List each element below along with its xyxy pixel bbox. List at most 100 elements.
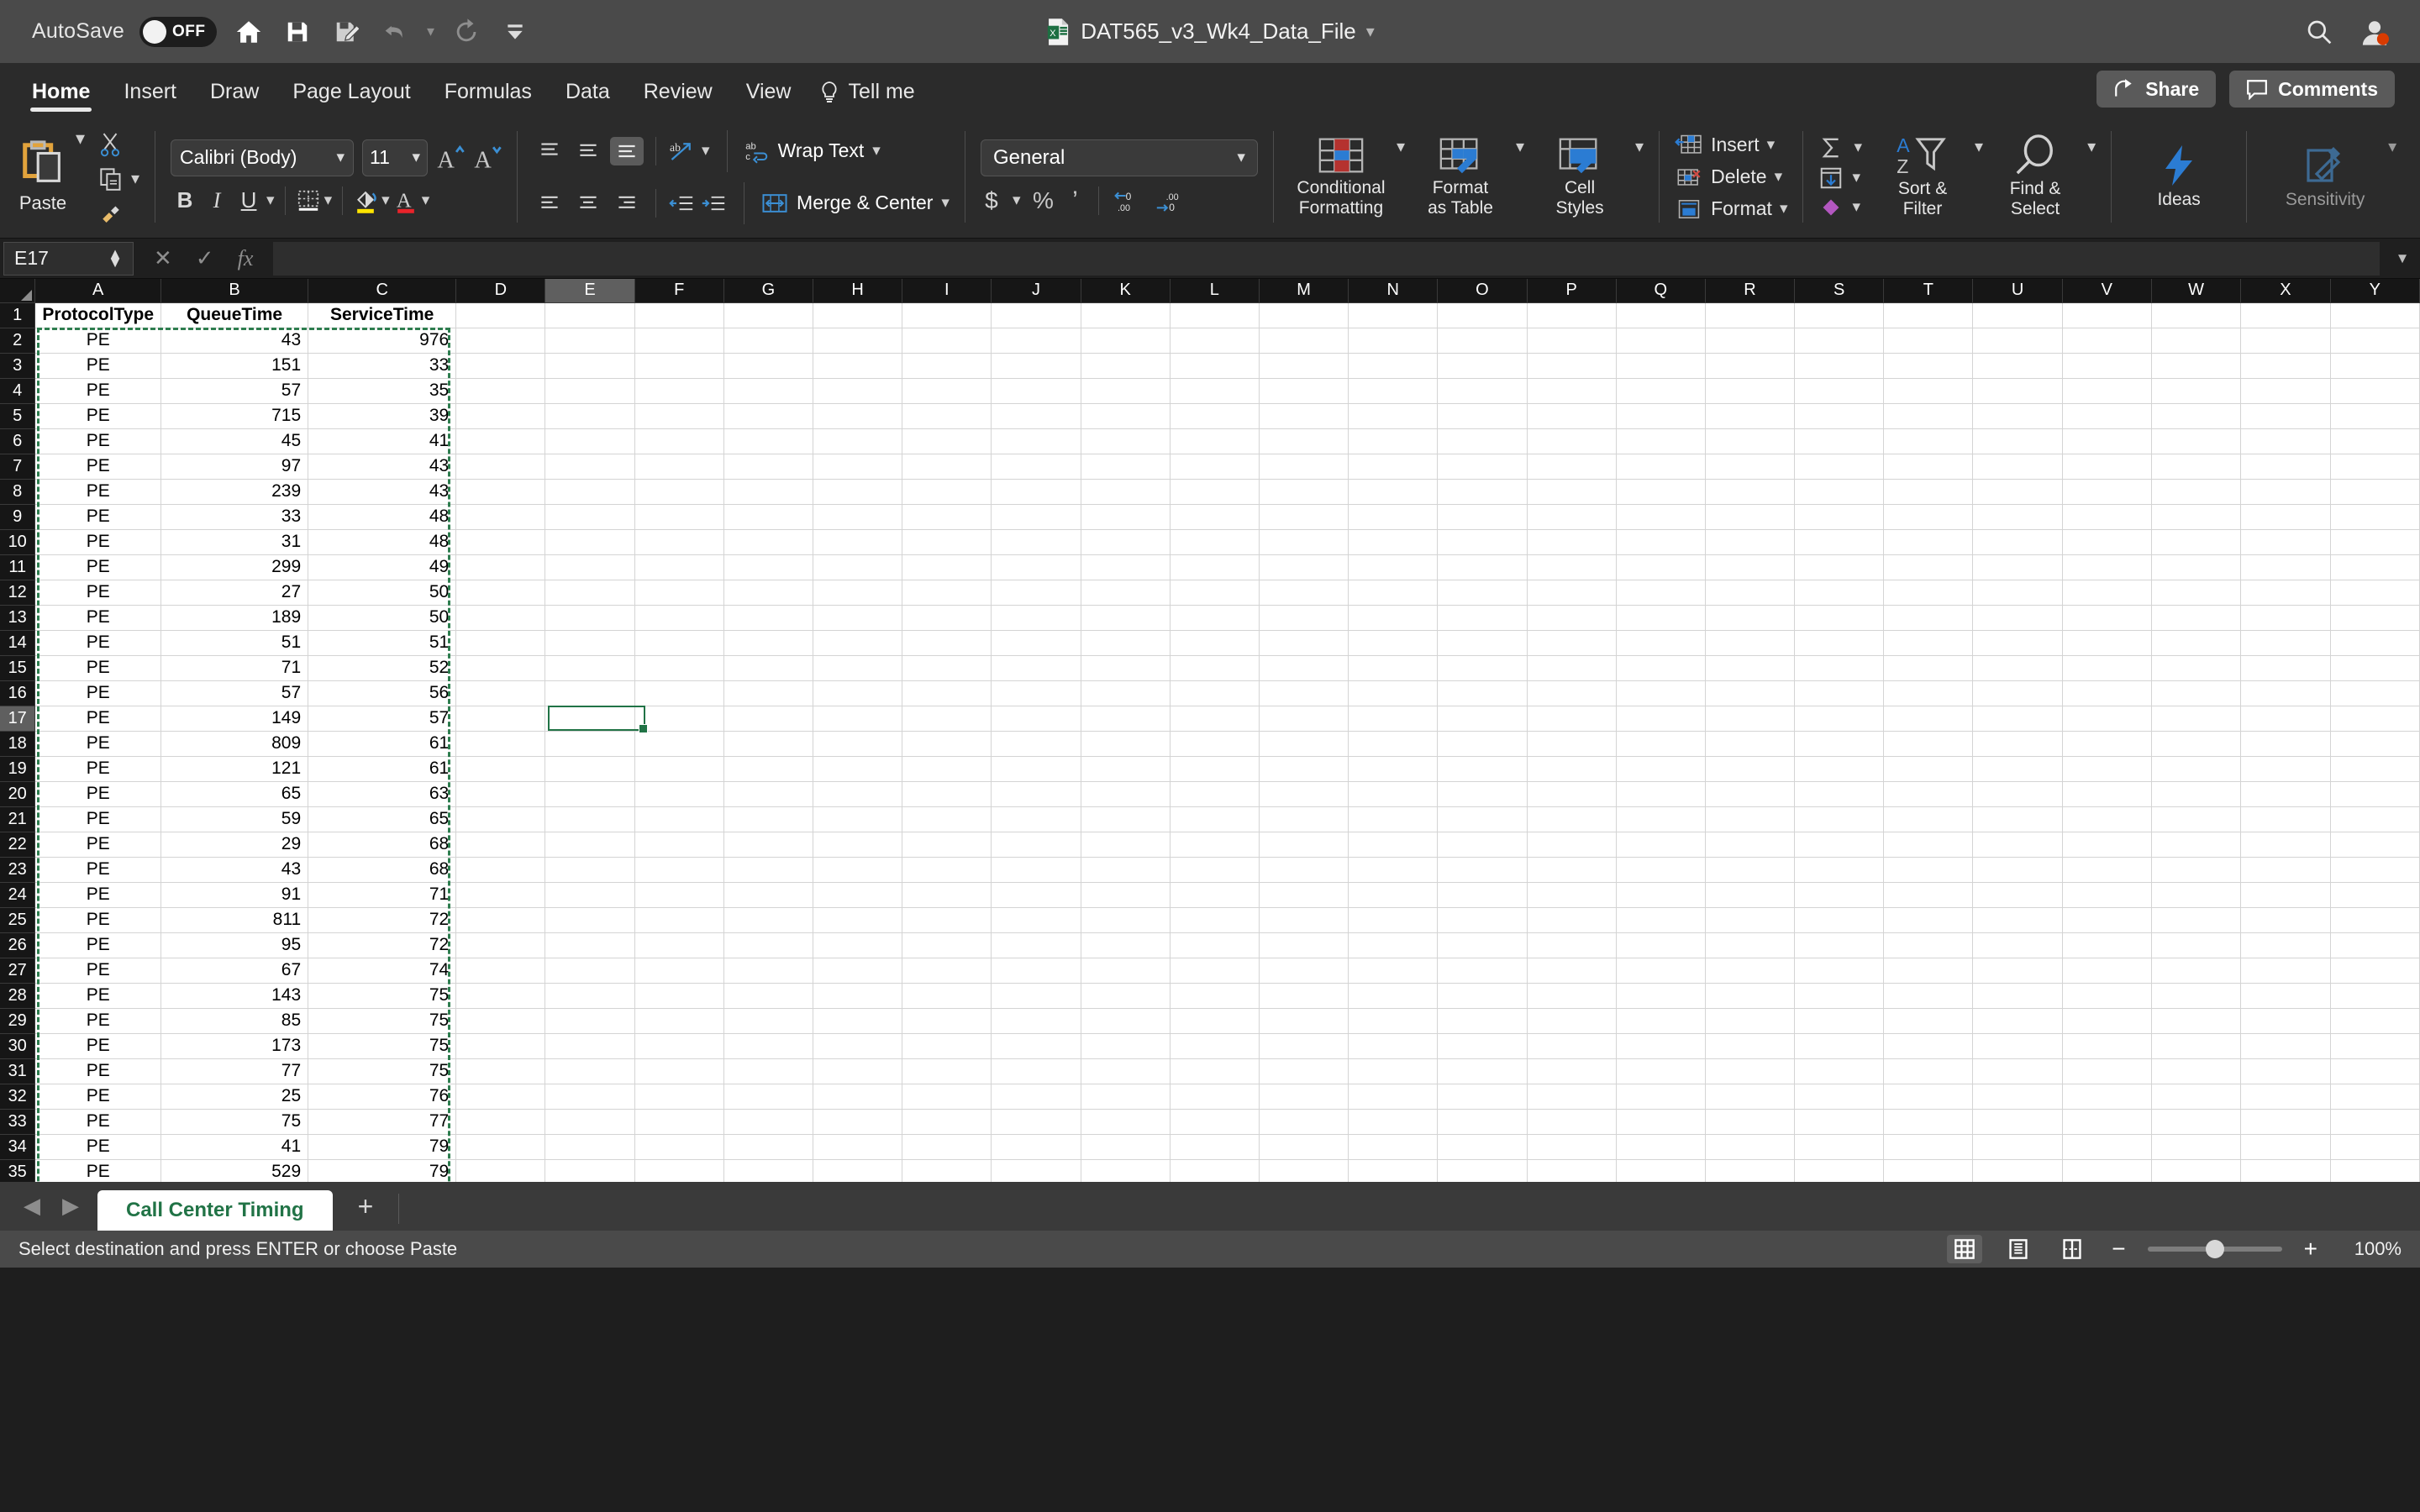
cell-A6[interactable]: PE <box>34 428 162 454</box>
cell-R29[interactable] <box>1705 1008 1796 1034</box>
cell-P22[interactable] <box>1527 832 1617 858</box>
cell-O27[interactable] <box>1437 958 1528 984</box>
cell-O1[interactable] <box>1437 302 1528 328</box>
row-header-19[interactable]: 19 <box>0 756 36 782</box>
cell-O22[interactable] <box>1437 832 1528 858</box>
cell-L16[interactable] <box>1170 680 1260 706</box>
cell-L31[interactable] <box>1170 1058 1260 1084</box>
column-header-R[interactable]: R <box>1705 279 1796 303</box>
cell-A24[interactable]: PE <box>34 882 162 908</box>
column-header-A[interactable]: A <box>34 279 162 303</box>
decrease-font-size-button[interactable]: A <box>473 144 502 172</box>
cell-K13[interactable] <box>1081 605 1171 631</box>
cell-W31[interactable] <box>2151 1058 2242 1084</box>
cell-E31[interactable] <box>544 1058 635 1084</box>
cell-R30[interactable] <box>1705 1033 1796 1059</box>
cell-G33[interactable] <box>723 1109 813 1135</box>
cell-R13[interactable] <box>1705 605 1796 631</box>
cell-G32[interactable] <box>723 1084 813 1110</box>
cell-W32[interactable] <box>2151 1084 2242 1110</box>
cell-S2[interactable] <box>1794 328 1885 354</box>
cell-H15[interactable] <box>813 655 903 681</box>
cell-Q25[interactable] <box>1616 907 1706 933</box>
cell-T24[interactable] <box>1883 882 1974 908</box>
cell-P1[interactable] <box>1527 302 1617 328</box>
cell-E3[interactable] <box>544 353 635 379</box>
cell-E6[interactable] <box>544 428 635 454</box>
cell-O21[interactable] <box>1437 806 1528 832</box>
currency-format-button[interactable]: $ <box>981 187 1002 214</box>
cell-H29[interactable] <box>813 1008 903 1034</box>
cell-G13[interactable] <box>723 605 813 631</box>
cell-S29[interactable] <box>1794 1008 1885 1034</box>
cell-X32[interactable] <box>2240 1084 2331 1110</box>
cell-D33[interactable] <box>455 1109 546 1135</box>
name-box[interactable]: E17 ▲ ▼ <box>3 241 134 276</box>
cell-J35[interactable] <box>991 1159 1081 1182</box>
cell-M6[interactable] <box>1259 428 1349 454</box>
cell-L7[interactable] <box>1170 454 1260 480</box>
cell-S35[interactable] <box>1794 1159 1885 1182</box>
cell-B5[interactable]: 715 <box>160 403 309 429</box>
cell-Y31[interactable] <box>2330 1058 2420 1084</box>
row-header-35[interactable]: 35 <box>0 1159 36 1182</box>
cell-J13[interactable] <box>991 605 1081 631</box>
row-header-12[interactable]: 12 <box>0 580 36 606</box>
cell-L25[interactable] <box>1170 907 1260 933</box>
zoom-out-button[interactable]: − <box>2108 1236 2128 1263</box>
row-header-29[interactable]: 29 <box>0 1008 36 1034</box>
cell-J32[interactable] <box>991 1084 1081 1110</box>
cell-K5[interactable] <box>1081 403 1171 429</box>
cell-R5[interactable] <box>1705 403 1796 429</box>
cell-T4[interactable] <box>1883 378 1974 404</box>
cell-G28[interactable] <box>723 983 813 1009</box>
cell-S11[interactable] <box>1794 554 1885 580</box>
cell-G21[interactable] <box>723 806 813 832</box>
align-middle-button[interactable] <box>571 137 605 165</box>
cell-V35[interactable] <box>2062 1159 2152 1182</box>
cell-Y20[interactable] <box>2330 781 2420 807</box>
cell-P21[interactable] <box>1527 806 1617 832</box>
cell-L5[interactable] <box>1170 403 1260 429</box>
cell-W27[interactable] <box>2151 958 2242 984</box>
cell-H34[interactable] <box>813 1134 903 1160</box>
cell-P28[interactable] <box>1527 983 1617 1009</box>
cell-R16[interactable] <box>1705 680 1796 706</box>
cell-P7[interactable] <box>1527 454 1617 480</box>
cell-E15[interactable] <box>544 655 635 681</box>
cell-B27[interactable]: 67 <box>160 958 309 984</box>
cell-Y34[interactable] <box>2330 1134 2420 1160</box>
cell-F5[interactable] <box>634 403 724 429</box>
cell-A3[interactable]: PE <box>34 353 162 379</box>
cell-R6[interactable] <box>1705 428 1796 454</box>
column-header-N[interactable]: N <box>1348 279 1439 303</box>
row-header-28[interactable]: 28 <box>0 983 36 1009</box>
cell-W30[interactable] <box>2151 1033 2242 1059</box>
cell-N32[interactable] <box>1348 1084 1439 1110</box>
cell-B25[interactable]: 811 <box>160 907 309 933</box>
row-header-1[interactable]: 1 <box>0 302 36 328</box>
cell-H12[interactable] <box>813 580 903 606</box>
cell-J26[interactable] <box>991 932 1081 958</box>
cell-B13[interactable]: 189 <box>160 605 309 631</box>
cell-U13[interactable] <box>1972 605 2063 631</box>
cell-B4[interactable]: 57 <box>160 378 309 404</box>
cell-R11[interactable] <box>1705 554 1796 580</box>
cell-Y21[interactable] <box>2330 806 2420 832</box>
cell-T19[interactable] <box>1883 756 1974 782</box>
cell-K24[interactable] <box>1081 882 1171 908</box>
cell-W28[interactable] <box>2151 983 2242 1009</box>
cell-L1[interactable] <box>1170 302 1260 328</box>
cell-Q9[interactable] <box>1616 504 1706 530</box>
cell-L11[interactable] <box>1170 554 1260 580</box>
cell-O24[interactable] <box>1437 882 1528 908</box>
cell-Q35[interactable] <box>1616 1159 1706 1182</box>
cell-P17[interactable] <box>1527 706 1617 732</box>
cell-Y33[interactable] <box>2330 1109 2420 1135</box>
cell-B30[interactable]: 173 <box>160 1033 309 1059</box>
cell-P24[interactable] <box>1527 882 1617 908</box>
cell-U3[interactable] <box>1972 353 2063 379</box>
cell-L19[interactable] <box>1170 756 1260 782</box>
cell-N15[interactable] <box>1348 655 1439 681</box>
cell-C22[interactable]: 68 <box>308 832 457 858</box>
